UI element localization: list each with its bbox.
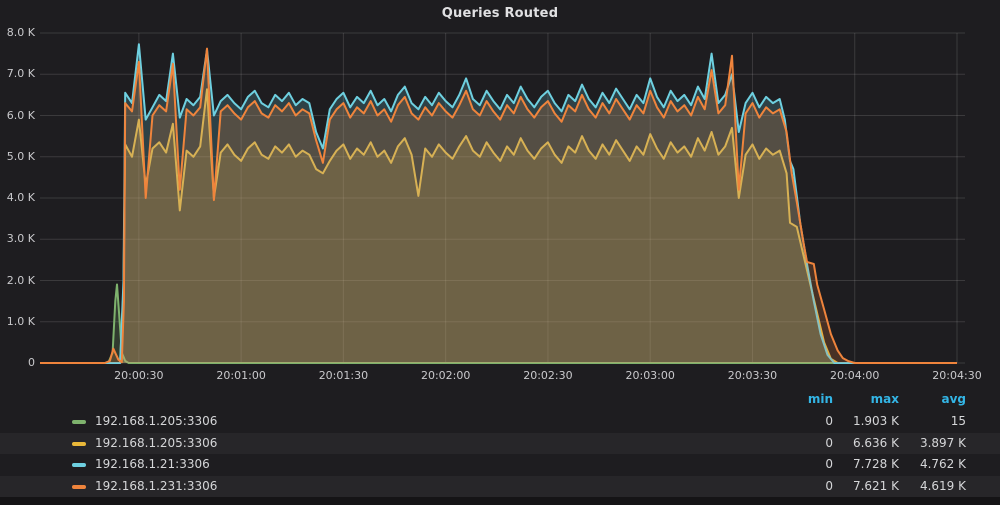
chart-plot-area[interactable] [40, 30, 965, 366]
legend-header-min[interactable]: min [763, 392, 833, 407]
legend: min max avg 192.168.1.205:3306 0 1.903 K… [0, 390, 1000, 408]
series-max-value: 1.903 K [829, 411, 899, 433]
series-label[interactable]: 192.168.1.205:3306 [95, 411, 217, 433]
x-tick-label: 20:02:00 [406, 369, 486, 383]
legend-row-series-3[interactable]: 192.168.1.21:3306 0 7.728 K 4.762 K [0, 454, 1000, 476]
x-tick-label: 20:01:30 [303, 369, 383, 383]
series-color-swatch [72, 463, 86, 467]
y-tick-label: 2.0 K [0, 274, 35, 288]
x-tick-label: 20:02:30 [508, 369, 588, 383]
legend-row-series-1[interactable]: 192.168.1.205:3306 0 1.903 K 15 [0, 411, 1000, 433]
legend-header-avg[interactable]: avg [896, 392, 966, 407]
y-tick-label: 4.0 K [0, 191, 35, 205]
x-tick-label: 20:03:00 [610, 369, 690, 383]
panel-title[interactable]: Queries Routed [0, 6, 1000, 21]
series-color-swatch [72, 420, 86, 424]
x-tick-label: 20:01:00 [201, 369, 281, 383]
y-tick-label: 7.0 K [0, 67, 35, 81]
series-min-value: 0 [763, 411, 833, 433]
y-tick-label: 5.0 K [0, 150, 35, 164]
series-avg-value: 4.619 K [896, 476, 966, 498]
x-tick-label: 20:00:30 [99, 369, 179, 383]
legend-row-series-2[interactable]: 192.168.1.205:3306 0 6.636 K 3.897 K [0, 433, 1000, 455]
y-tick-label: 1.0 K [0, 315, 35, 329]
series-color-swatch [72, 442, 86, 446]
series-max-value: 7.728 K [829, 454, 899, 476]
y-tick-label: 8.0 K [0, 26, 35, 40]
series-avg-value: 3.897 K [896, 433, 966, 455]
y-tick-label: 0 [0, 356, 35, 370]
series-label[interactable]: 192.168.1.205:3306 [95, 433, 217, 455]
grafana-panel: Queries Routed 8.0 K 7.0 K 6.0 K 5.0 K 4.0 K… [0, 0, 1000, 505]
legend-header-max[interactable]: max [829, 392, 899, 407]
y-tick-label: 6.0 K [0, 109, 35, 123]
series-label[interactable]: 192.168.1.21:3306 [95, 454, 210, 476]
series-color-swatch [72, 485, 86, 489]
legend-rows: 192.168.1.205:3306 0 1.903 K 15 192.168.… [0, 411, 1000, 497]
series-min-value: 0 [763, 454, 833, 476]
series-avg-value: 15 [896, 411, 966, 433]
series-max-value: 6.636 K [829, 433, 899, 455]
series-label[interactable]: 192.168.1.231:3306 [95, 476, 217, 498]
series-min-value: 0 [763, 476, 833, 498]
series-min-value: 0 [763, 433, 833, 455]
x-tick-label: 20:04:00 [815, 369, 895, 383]
x-tick-label: 20:03:30 [712, 369, 792, 383]
series-max-value: 7.621 K [829, 476, 899, 498]
legend-row-series-4[interactable]: 192.168.1.231:3306 0 7.621 K 4.619 K [0, 476, 1000, 498]
series-avg-value: 4.762 K [896, 454, 966, 476]
x-tick-label: 20:04:30 [917, 369, 997, 383]
panel-bottom-edge [0, 497, 1000, 505]
legend-header: min max avg [0, 390, 1000, 408]
y-tick-label: 3.0 K [0, 232, 35, 246]
